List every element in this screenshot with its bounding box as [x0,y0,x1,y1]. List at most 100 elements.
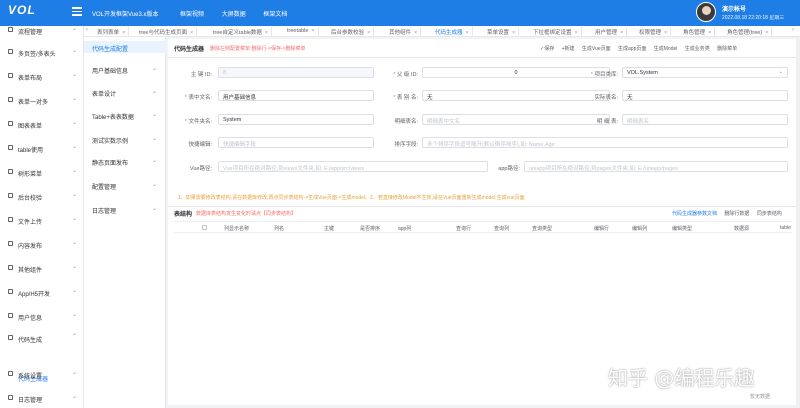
close-icon[interactable]: × [575,30,578,36]
tab-role-mgmt[interactable]: 角色管理 × [680,27,716,36]
sidebar-item-codegen[interactable]: 代码生成 ⌃ [0,332,84,344]
column-header[interactable]: 查询列 [494,225,509,232]
new-button[interactable]: +新建 [562,46,575,52]
quick-edit-label: 快捷编辑: [188,142,212,148]
close-icon[interactable]: × [708,30,711,36]
toolbar: ✓保存 +新建 生成Vue页面 生成app页面 生成Model 生成业务类 删除… [540,45,743,52]
sidebar-item-multitab[interactable]: 多页签/多表头 ⌄ [0,46,84,58]
tab-permission-mgmt[interactable]: 权限管理 × [636,27,672,36]
detail-table-input[interactable]: 明细表名 [622,114,788,125]
column-header[interactable]: app列 [398,225,411,232]
sidebar-item-validation[interactable]: 后台校验 ⌄ [0,190,84,202]
sync-structure-button[interactable]: 同步表结构 [757,211,782,217]
sidebar-item-chart-form[interactable]: 图表表单 ⌄ [0,118,84,130]
column-header[interactable]: 列名 [274,225,284,232]
column-header[interactable]: 查询类型 [532,225,552,232]
column-header[interactable]: 是否排序 [360,225,380,232]
sidebar-item-publish[interactable]: 内容发布 ⌄ [0,238,84,250]
tab-tree-codegen[interactable]: tree与代码生成页面 × [136,27,198,36]
gen-service-button[interactable]: 生成业务类 [685,46,710,52]
delete-menu-button[interactable]: 删除菜单 [717,46,737,52]
codegen-docs-link[interactable]: 代码生成器参数文档 [672,211,717,217]
close-icon[interactable]: × [765,30,768,36]
project-select[interactable]: VOL.System ⌄ [622,67,788,78]
tree-root[interactable]: 代码生成配置 [84,41,166,53]
tab-treetable[interactable]: treetable × [284,27,319,36]
vue-path-input[interactable]: Vue项目所在绝对路径,到views文件夹,如: E:/app/src/view… [218,161,488,172]
close-icon[interactable]: × [311,28,314,34]
app-path-input[interactable]: uniapp项目所在绝对路径,到pages文件夹,如: E:/uniapp/pa… [524,161,788,172]
column-header[interactable]: 编辑列 [632,225,647,232]
tab-dropdown-binding[interactable]: 下拉框绑定设置 × [530,27,582,36]
column-header[interactable]: 查询行 [456,225,471,232]
close-icon[interactable]: × [414,30,417,36]
close-icon[interactable]: × [512,30,515,36]
header-link-docs[interactable]: 框架文档 [263,12,287,18]
chevron-right-icon[interactable]: › [792,27,794,33]
close-icon[interactable]: × [265,30,268,36]
tab-menu-settings[interactable]: 菜单设置 × [484,27,520,36]
tree-item[interactable]: 表单设计 ⌄ [84,86,166,98]
column-header[interactable]: 主键 [324,225,334,232]
tree-item[interactable]: 配置管理 ⌄ [84,179,166,191]
sidebar-item-settings[interactable]: 系统设置 ⌄ [0,368,84,380]
sidebar-item-table[interactable]: table使用 ⌄ [0,142,84,154]
column-header[interactable]: 编辑类型 [672,225,692,232]
folder-input[interactable]: System [218,114,374,125]
close-icon[interactable]: × [190,30,193,36]
tree-item[interactable]: 测试实数示例 ⌄ [84,133,166,145]
delete-row-button[interactable]: 删除行数据 [724,211,749,217]
tab-tree-custom-table[interactable]: tree自定义table数据 × [210,27,273,36]
sidebar-item-logs[interactable]: 日志管理 ⌄ [0,392,84,404]
tab-user-mgmt[interactable]: 用户管理 × [592,27,628,36]
tab-validation[interactable]: 后台参数校验 × [328,27,375,36]
chevron-down-icon: ⌄ [152,206,158,212]
app-root: VOL VOL开发框架Vue3.x版本 框架视频 大屏数据 框架文档 演示帐号 … [0,0,800,408]
sort-input[interactable]: 多个排序字段逗号隔开(默认倒序排序),如: Name,Age [422,137,788,148]
menu-icon [8,97,13,102]
scrollbar[interactable] [796,37,800,408]
close-icon[interactable]: × [122,30,125,36]
column-header[interactable]: 数据源 [734,225,749,232]
sidebar-item-label: 用户信息 [18,316,43,322]
sidebar-item-components[interactable]: 其他组件 ⌄ [0,262,84,274]
user-menu[interactable]: 演示帐号 2022.08.18 22:20:18 星期三 [696,2,800,24]
avatar[interactable] [696,2,716,22]
tab-table-list[interactable]: 表列表单 × [94,27,130,36]
close-icon[interactable]: × [466,30,469,36]
tab-other[interactable]: 其他组件 × [386,27,422,36]
header-link-video[interactable]: 框架视频 [180,12,204,18]
tree-item[interactable]: 用户基础信息 ⌄ [84,63,166,75]
tree-item[interactable]: 日志管理 ⌄ [84,203,166,215]
pk-input[interactable]: 8 [218,67,374,78]
header-link-dashboard[interactable]: 大屏数据 [222,12,246,18]
tree-item[interactable]: 静态页面发布 ⌄ [84,155,166,167]
sidebar-item-form-layout[interactable]: 表单布局 ⌄ [0,70,84,82]
sidebar-item-user-info[interactable]: 用户信息 ⌄ [0,310,84,322]
menu-icon [8,313,13,318]
chevron-left-icon[interactable]: ‹ [86,27,88,33]
gen-vue-button[interactable]: 生成Vue页面 [582,46,611,52]
gen-model-button[interactable]: 生成Model [654,46,678,52]
sidebar-item-app[interactable]: App/H5开发 ⌄ [0,286,84,298]
sidebar-item-one-to-many[interactable]: 表单一对多 ⌄ [0,94,84,106]
quick-edit-input[interactable]: 快捷编辑字段 [218,137,374,148]
close-icon[interactable]: × [367,30,370,36]
close-icon[interactable]: × [664,30,667,36]
actual-table-input[interactable]: 无 [622,90,788,101]
tab-role-tree[interactable]: 角色管理(tree) × [724,27,773,36]
save-button[interactable]: ✓保存 [540,46,554,52]
menu-toggle-icon[interactable] [72,7,82,16]
column-header[interactable]: table [780,225,791,231]
sidebar-item-flow[interactable]: 流程管理 ⌄ [0,24,84,36]
tab-codegen[interactable]: 代码生成器 × [432,27,473,36]
sidebar-item-upload[interactable]: 文件上传 ⌄ [0,214,84,226]
select-all-checkbox[interactable] [202,225,207,230]
column-header[interactable]: 编辑行 [594,225,609,232]
gen-app-button[interactable]: 生成app页面 [618,46,646,52]
close-icon[interactable]: × [620,30,623,36]
tree-item[interactable]: Table+表表数据 ⌄ [84,109,166,121]
cn-input[interactable]: 用户基础信息 [218,90,374,101]
sidebar-item-tree-menu[interactable]: 树形菜单 ⌄ [0,166,84,178]
column-header[interactable]: 列显示名称 [224,225,249,232]
